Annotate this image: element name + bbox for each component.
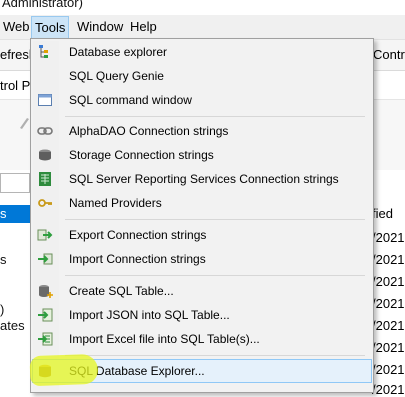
modified-cell: /2021 [372, 340, 405, 355]
left-panel-search-input[interactable] [0, 173, 30, 193]
left-panel-selected-item[interactable]: s [0, 205, 30, 223]
key-icon [38, 199, 52, 207]
menu-item-export-connection-strings[interactable]: Export Connection strings [33, 224, 371, 246]
menu-item-label: Import JSON into SQL Table... [69, 308, 230, 322]
left-panel-item[interactable]: ) [0, 302, 4, 317]
control-panel-button[interactable]: Contro [373, 47, 405, 62]
left-panel-item[interactable]: ates [0, 318, 25, 333]
create-table-icon [39, 285, 53, 298]
menu-item-label: SQL Server Reporting Services Connection… [69, 172, 339, 186]
menu-item-label: Database explorer [69, 45, 168, 59]
modified-cell: /2021 [372, 296, 405, 311]
storage-drum-icon [39, 149, 51, 161]
menu-item-sql-command-window[interactable]: SQL command window [33, 89, 371, 111]
chain-link-icon [37, 127, 53, 135]
modified-cell: /2021 [372, 230, 405, 245]
menu-bar: Web Tools Window Help [0, 15, 405, 40]
left-panel-selected-label: s [0, 206, 7, 221]
menu-item-import-connection-strings[interactable]: Import Connection strings [33, 248, 371, 270]
menu-item-label: Named Providers [69, 196, 162, 210]
menu-item-named-providers[interactable]: Named Providers [33, 192, 371, 214]
menu-item-storage-connection-strings[interactable]: Storage Connection strings [33, 144, 371, 166]
modified-cell: /2021 [372, 382, 405, 397]
database-tree-icon [39, 45, 48, 58]
menu-item-label: Import Excel file into SQL Table(s)... [69, 332, 260, 346]
modified-column: fied /2021 /2021 /2021 /2021 /2021 /2021… [372, 170, 405, 397]
import-json-icon [38, 308, 53, 322]
report-grid-icon [39, 172, 51, 186]
modified-cell: /2021 [372, 318, 405, 333]
window-title: Administrator) [2, 0, 83, 10]
menu-item-label: AlphaDAO Connection strings [69, 124, 229, 138]
menu-help[interactable]: Help [127, 19, 160, 35]
menu-item-label: Import Connection strings [69, 252, 206, 266]
menu-window[interactable]: Window [74, 19, 126, 35]
menu-item-label: Create SQL Table... [69, 284, 174, 298]
menu-item-label: Storage Connection strings [69, 148, 214, 162]
menu-item-label: SQL Query Genie [69, 69, 164, 83]
yellow-highlight-marker [29, 353, 99, 387]
import-excel-icon [38, 332, 53, 346]
left-panel-item[interactable]: s [0, 252, 7, 267]
menu-separator [65, 116, 365, 117]
modified-column-header[interactable]: fied [372, 206, 393, 221]
import-arrow-icon [38, 253, 53, 265]
tools-dropdown-menu: Database explorer SQL Query Genie SQL co… [30, 38, 374, 393]
window-icon [38, 94, 52, 106]
menu-item-sql-query-genie[interactable]: SQL Query Genie [33, 65, 371, 87]
modified-cell: /2021 [372, 274, 405, 289]
menu-separator [65, 219, 365, 220]
menu-item-label: SQL command window [69, 93, 192, 107]
title-bar: Administrator) [0, 0, 405, 14]
pen-icon[interactable] [18, 116, 30, 130]
left-panel [0, 170, 31, 391]
menu-separator [65, 275, 365, 276]
menu-web[interactable]: Web [0, 19, 33, 35]
menu-tools[interactable]: Tools [31, 16, 70, 40]
menu-item-import-excel[interactable]: Import Excel file into SQL Table(s)... [33, 328, 371, 350]
menu-item-import-json[interactable]: Import JSON into SQL Table... [33, 304, 371, 326]
menu-item-create-sql-table[interactable]: Create SQL Table... [33, 280, 371, 302]
menu-item-database-explorer[interactable]: Database explorer [33, 41, 371, 63]
menu-separator [65, 355, 365, 356]
modified-cell: /2021 [372, 362, 405, 377]
menu-item-label: Export Connection strings [69, 228, 207, 242]
menu-item-ssrs-connection-strings[interactable]: SQL Server Reporting Services Connection… [33, 168, 371, 190]
modified-cell: /2021 [372, 252, 405, 267]
menu-item-alphadao-connection-strings[interactable]: AlphaDAO Connection strings [33, 120, 371, 142]
export-arrow-icon [37, 229, 53, 241]
